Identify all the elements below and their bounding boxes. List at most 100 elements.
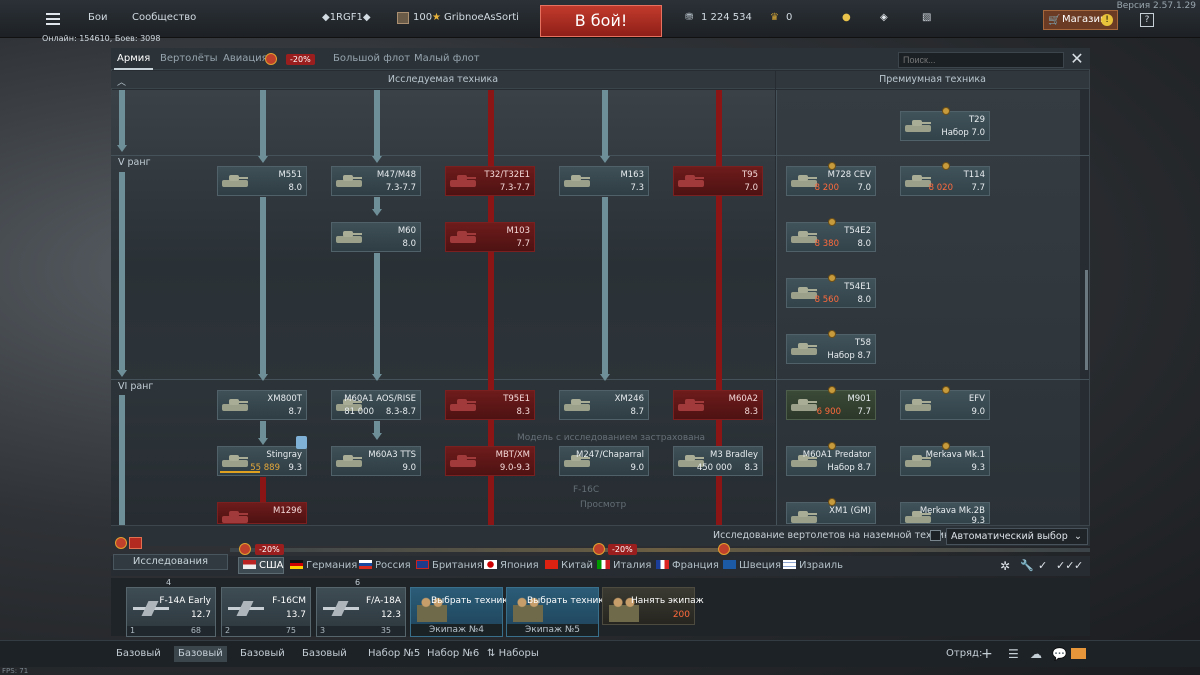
premium-card-xm1-gm[interactable]: XM1 (GM)	[786, 498, 876, 524]
contacts-icon[interactable]: ☁	[1030, 646, 1042, 662]
premium-card-efv[interactable]: EFV 9.0	[900, 386, 990, 420]
crew-level: 68	[190, 626, 201, 635]
vehicle-card-stingray[interactable]: Stingray 55 889 9.3	[217, 446, 307, 476]
vehicle-card-m1296[interactable]: M1296	[217, 502, 307, 524]
research-toggle-button[interactable]: Исследования	[113, 554, 228, 570]
crew-slot-4[interactable]: Выбрать технику Экипаж №4	[410, 587, 513, 637]
silver-balance[interactable]: 1 224 534	[701, 8, 752, 28]
shop-button[interactable]: Магазин! 🛒	[1043, 10, 1118, 30]
vehicle-card-m47[interactable]: M47/M48 7.3-7.7	[331, 166, 421, 196]
vehicle-card-mbt[interactable]: MBT/XM 9.0-9.3	[445, 446, 535, 476]
preset-tab-5[interactable]: Набор №5	[368, 646, 420, 662]
vehicle-card-m3-bradley[interactable]: M3 Bradley 450 000 8.3	[673, 446, 763, 476]
premium-card-merkava-mk2b[interactable]: Merkava Mk.2B 9.3	[900, 502, 990, 526]
tank-icon	[450, 453, 476, 470]
nation-tab-france[interactable]: Франция	[656, 560, 719, 571]
preset-tab-2[interactable]: Базовый	[174, 646, 227, 662]
auto-select-dropdown[interactable]: Автоматический выбор ⌄	[946, 528, 1088, 545]
tree-line	[374, 90, 380, 156]
vehicle-name: T114	[963, 170, 985, 180]
crew-slot-5[interactable]: Выбрать технику Экипаж №5	[506, 587, 609, 637]
vehicle-card-t95[interactable]: T95 7.0	[673, 166, 763, 196]
premium-card-t54e2[interactable]: T54E2 8 380 8.0	[786, 218, 876, 252]
crew-number: 3	[320, 626, 326, 635]
tab-army[interactable]: Армия	[113, 53, 154, 70]
double-check-icon[interactable]: ✓✓	[1056, 559, 1074, 572]
research-helicopters-checkbox[interactable]	[930, 530, 941, 541]
battle-button[interactable]: В бой!	[540, 5, 662, 37]
presets-menu[interactable]: ⇅ Наборы	[487, 646, 539, 662]
tab-coastal-fleet[interactable]: Малый флот	[414, 53, 480, 64]
crew-slot-3[interactable]: F/A-18A 12.3 3 35	[316, 587, 406, 637]
nation-tab-usa[interactable]: США	[243, 560, 284, 571]
nation-tab-israel[interactable]: Израиль	[783, 560, 843, 571]
community-menu[interactable]: Сообщество	[132, 8, 196, 28]
vehicle-card-m247[interactable]: M247/Chaparral 9.0	[559, 446, 649, 476]
check-icon[interactable]: ✓	[1074, 559, 1083, 572]
vehicle-card-m163[interactable]: M163 7.3	[559, 166, 649, 196]
vehicle-card-m60a3[interactable]: M60A3 TTS 9.0	[331, 446, 421, 476]
nation-label: Германия	[306, 560, 358, 571]
help-icon[interactable]: ?	[1140, 13, 1154, 27]
close-icon[interactable]: ✕	[1068, 50, 1086, 68]
vehicle-card-m103[interactable]: M103 7.7	[445, 222, 535, 252]
vehicle-card-t32[interactable]: T32/T32E1 7.3-7.7	[445, 166, 535, 196]
premium-card-m901[interactable]: M901 6 900 7.7	[786, 386, 876, 420]
crew-slot-2[interactable]: F-16CM 13.7 2 75	[221, 587, 311, 637]
wrench-icon[interactable]: 🔧	[1020, 559, 1034, 572]
vehicle-card-m60[interactable]: M60 8.0	[331, 222, 421, 252]
list-icon[interactable]: ☰	[1008, 646, 1019, 662]
nation-tab-britain[interactable]: Британия	[416, 560, 483, 571]
vehicle-card-m551[interactable]: M551 8.0	[217, 166, 307, 196]
vehicle-card-xm800t[interactable]: XM800T 8.7	[217, 390, 307, 420]
ghost-tooltip-text: Модель с исследованием застрахована	[517, 433, 706, 443]
search-input[interactable]	[898, 52, 1064, 68]
tab-bluewater-fleet[interactable]: Большой флот	[333, 53, 410, 64]
nation-tab-sweden[interactable]: Швеция	[723, 560, 781, 571]
premium-card-t58[interactable]: T58 Набор 8.7	[786, 330, 876, 364]
scrollbar-thumb[interactable]	[1085, 270, 1088, 370]
premium-card-merkava-mk1[interactable]: Merkava Mk.1 9.3	[900, 442, 990, 476]
premium-card-t29[interactable]: T29 Набор 7.0	[900, 107, 990, 141]
add-squad-icon[interactable]: +	[981, 646, 993, 662]
vehicle-card-m60a1[interactable]: M60A1 AOS/RISE 81 000 8.3-8.7	[331, 390, 421, 420]
lightbulb-icon[interactable]: ●	[842, 8, 851, 28]
battles-menu[interactable]: Бои	[88, 8, 107, 28]
battle-rating: 7.7	[857, 407, 871, 417]
premium-card-m60a1-predator[interactable]: M60A1 Predator Набор 8.7	[786, 442, 876, 476]
collapse-icon[interactable]: ︿	[117, 75, 126, 88]
nation-tab-germany[interactable]: Германия	[290, 560, 357, 571]
crew-slot-1[interactable]: F-14A Early 12.7 1 68	[126, 587, 216, 637]
premium-card-m728[interactable]: M728 CEV 8 200 7.0	[786, 162, 876, 196]
nation-tab-china[interactable]: Китай	[545, 560, 593, 571]
preset-tab-1[interactable]: Базовый	[116, 646, 161, 662]
tab-helicopters[interactable]: Вертолёты	[160, 53, 218, 64]
hire-crew-slot[interactable]: Нанять экипаж 200	[602, 587, 704, 625]
tank-icon	[678, 173, 704, 190]
preset-tab-3[interactable]: Базовый	[240, 646, 285, 662]
menu-icon[interactable]	[46, 13, 60, 25]
preset-tab-6[interactable]: Набор №6	[427, 646, 479, 662]
nation-tab-russia[interactable]: Россия	[359, 560, 411, 571]
nation-tab-japan[interactable]: Япония	[484, 560, 539, 571]
vehicle-card-m60a2[interactable]: M60A2 8.3	[673, 390, 763, 420]
premium-card-t54e1[interactable]: T54E1 8 560 8.0	[786, 274, 876, 308]
diamond-icon[interactable]: ◈	[880, 8, 888, 28]
vehicle-card-t95e1[interactable]: T95E1 8.3	[445, 390, 535, 420]
tickets-icon[interactable]: ▧	[922, 8, 931, 28]
check-icon[interactable]: ✓	[1038, 559, 1047, 572]
avatar[interactable]	[397, 12, 409, 24]
preset-tab-4[interactable]: Базовый	[302, 646, 347, 662]
tab-aviation[interactable]: Авиация	[223, 53, 268, 64]
player-nickname[interactable]: GribnoeAsSorti	[444, 8, 519, 28]
vehicle-card-xm246[interactable]: XM246 8.7	[559, 390, 649, 420]
tank-icon	[905, 118, 931, 135]
tank-icon	[791, 397, 817, 414]
nation-tab-italy[interactable]: Италия	[597, 560, 651, 571]
gear-icon[interactable]: ✲	[1000, 559, 1010, 573]
vehicle-name: M901	[847, 394, 871, 404]
chat-icon[interactable]: 💬	[1052, 646, 1067, 662]
gold-balance[interactable]: 0	[786, 8, 792, 28]
mail-icon[interactable]	[1071, 648, 1086, 659]
premium-card-t114[interactable]: T114 8 020 7.7	[900, 162, 990, 196]
